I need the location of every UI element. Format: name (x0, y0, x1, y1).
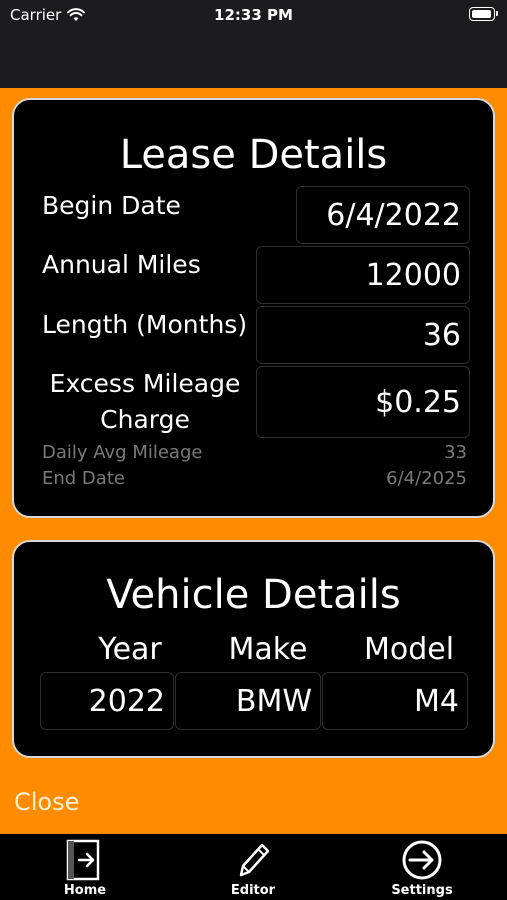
length-months-field[interactable]: 36 (256, 306, 470, 364)
battery-icon (469, 7, 498, 21)
excess-mileage-label-line1: Excess Mileage (49, 369, 241, 398)
tab-editor[interactable]: Editor (193, 834, 313, 900)
make-field[interactable]: BMW (175, 672, 321, 730)
tab-settings-label: Settings (391, 883, 453, 898)
end-date-value: 6/4/2025 (386, 468, 467, 489)
annual-miles-field[interactable]: 12000 (256, 246, 470, 304)
pencil-icon (239, 843, 270, 877)
vehicle-details-card: Vehicle Details Year Make Model 2022 BMW… (12, 540, 495, 758)
door-exit-icon (66, 839, 100, 881)
lease-details-title: Lease Details (119, 132, 388, 178)
status-bar: Carrier 12:33 PM (0, 0, 507, 30)
end-date-label: End Date (42, 468, 125, 489)
arrow-circle-icon (402, 840, 442, 880)
tab-bar: Home Editor Settings (0, 834, 507, 900)
tab-settings[interactable]: Settings (362, 834, 482, 900)
begin-date-label: Begin Date (42, 191, 181, 220)
tab-editor-label: Editor (230, 883, 276, 898)
year-column-label: Year (98, 632, 162, 667)
daily-avg-mileage-value: 33 (444, 442, 467, 463)
length-months-label: Length (Months) (42, 310, 248, 339)
main-content: Lease Details Begin Date 6/4/2022 Annual… (0, 88, 507, 834)
tab-home-label: Home (63, 883, 107, 898)
model-column-label: Model (363, 632, 455, 667)
annual-miles-label: Annual Miles (42, 250, 201, 279)
excess-mileage-label-line2: Charge (100, 405, 190, 434)
excess-mileage-label: Excess Mileage Charge (34, 366, 256, 438)
make-column-label: Make (228, 632, 308, 667)
lease-details-card: Lease Details Begin Date 6/4/2022 Annual… (12, 98, 495, 518)
status-time: 12:33 PM (214, 6, 293, 24)
excess-mileage-charge-field[interactable]: $0.25 (256, 366, 470, 438)
vehicle-details-title: Vehicle Details (106, 572, 401, 618)
daily-avg-mileage-label: Daily Avg Mileage (42, 442, 203, 463)
navigation-bar (0, 30, 507, 88)
model-field[interactable]: M4 (322, 672, 468, 730)
tab-home[interactable]: Home (25, 834, 145, 900)
year-field[interactable]: 2022 (40, 672, 174, 730)
begin-date-field[interactable]: 6/4/2022 (296, 186, 470, 244)
close-button[interactable]: Close (14, 788, 79, 816)
